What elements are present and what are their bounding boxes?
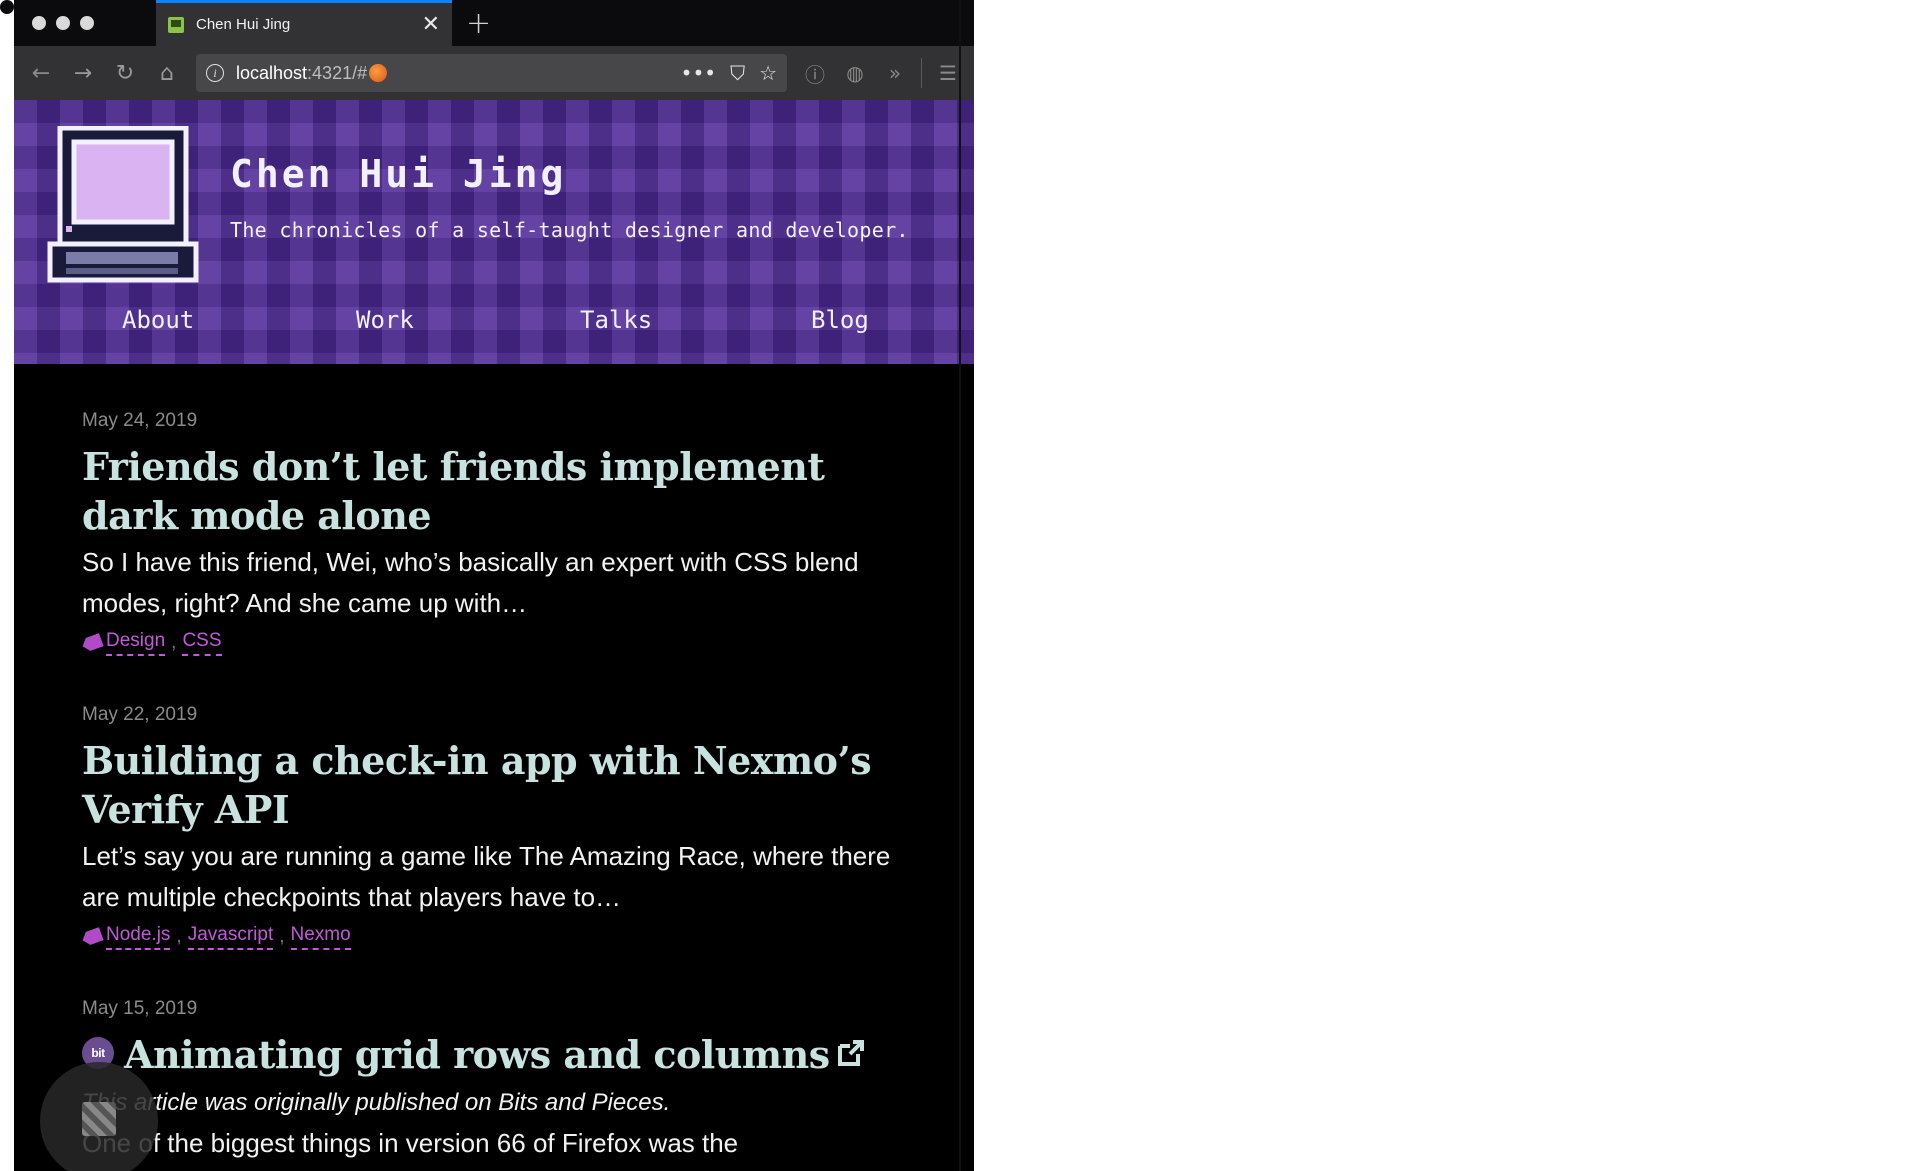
tag-link[interactable]: Javascript [187,924,274,950]
tag-icon [80,633,104,653]
tag-link[interactable]: CSS [182,630,222,656]
new-tab-button[interactable]: + [466,6,491,41]
window-controls [14,16,154,30]
url-host: localhost [236,62,308,83]
active-tab[interactable]: Chen Hui Jing ✕ [156,0,452,46]
post-title[interactable]: Building a check-in app with Nexmo’s Ver… [82,736,932,834]
post-excerpt: One of the biggest things in version 66 … [82,1128,739,1158]
tag-link[interactable]: Nexmo [290,924,351,950]
toolbar-divider [921,58,922,88]
nav-link-blog[interactable]: Blog [811,306,869,334]
post-title-external[interactable]: bit Animating grid rows and columns [82,1030,932,1079]
zoom-window-button[interactable] [80,16,94,30]
floating-action-button[interactable] [40,1062,158,1171]
site-title[interactable]: Chen Hui Jing [230,152,566,196]
url-actions: ••• ⛉ ☆ [681,61,777,85]
tag-link[interactable]: Node.js [106,924,171,950]
home-button[interactable]: ⌂ [148,54,186,92]
browser-window-light: Chen Hui Jing ✕ + ← → ↻ ⌂ i localhost:43… [0,0,14,14]
post-tags: Node.js , Javascript , Nexmo [82,924,932,950]
post-list: May 24, 2019 Friends don’t let friends i… [82,410,932,1164]
side-by-side-comparison: Chen Hui Jing ✕ + ← → ↻ ⌂ i localhost:43… [0,0,1920,1171]
tag-icon [80,927,104,947]
post-title-text[interactable]: Animating grid rows and columns [124,1032,830,1077]
nav-link-talks[interactable]: Talks [580,306,652,334]
close-window-button[interactable] [32,16,46,30]
post-excerpt: So I have this friend, Wei, who’s basica… [82,547,859,618]
post-title[interactable]: Friends don’t let friends implement dark… [82,442,932,540]
nav-link-about[interactable]: About [122,306,194,334]
fab-icon [82,1102,116,1136]
reload-button[interactable]: ↻ [106,54,144,92]
overflow-chevron-icon[interactable]: » [877,61,913,85]
post-tags: Design , CSS [82,630,932,656]
post-date: May 22, 2019 [82,704,198,725]
external-link-icon[interactable] [836,1038,866,1068]
extension-info-icon[interactable]: ⓘ [797,59,833,88]
url-path: :4321/# [307,62,368,83]
post-excerpt: Let’s say you are running a game like Th… [82,841,891,912]
tab-bar: Chen Hui Jing ✕ + [14,0,974,46]
post-note: This article was originally published on… [82,1089,671,1116]
browser-window-dark: Chen Hui Jing ✕ + ← → ↻ ⌂ i localhost:43… [14,0,974,1171]
post-item: May 15, 2019 bit Animating grid rows and … [82,998,932,1164]
window-divider [959,0,961,1171]
pocket-icon[interactable]: ⛉ [730,61,745,85]
back-button[interactable]: ← [22,54,60,92]
post-item: May 24, 2019 Friends don’t let friends i… [82,410,932,656]
site-tagline: The chronicles of a self-taught designer… [230,218,909,242]
tag-link[interactable]: Design [106,630,166,656]
navigation-toolbar: ← → ↻ ⌂ i localhost:4321/# ••• ⛉ ☆ ⓘ ◍ »… [14,46,974,100]
url-bar[interactable]: i localhost:4321/# ••• ⛉ ☆ [196,54,787,92]
retro-computer-icon[interactable] [40,126,202,286]
post-date: May 24, 2019 [82,410,198,431]
post-item: May 22, 2019 Building a check-in app wit… [82,704,932,950]
favicon-icon [168,16,184,33]
tab-title: Chen Hui Jing [196,16,291,33]
site-info-icon[interactable]: i [206,64,224,82]
nav-link-work[interactable]: Work [356,306,414,334]
tab-close-icon[interactable]: ✕ [422,13,440,36]
page-actions-icon[interactable]: ••• [681,61,716,85]
minimize-window-button[interactable] [56,16,70,30]
basketball-emoji-icon [369,64,388,82]
post-date: May 15, 2019 [82,998,198,1019]
forward-button[interactable]: → [64,54,102,92]
extension-shield-icon[interactable]: ◍ [837,61,873,85]
tab-bar: Chen Hui Jing ✕ + [0,0,14,14]
site-header: Chen Hui Jing The chronicles of a self-t… [14,100,974,364]
bookmark-star-icon[interactable]: ☆ [759,61,777,85]
